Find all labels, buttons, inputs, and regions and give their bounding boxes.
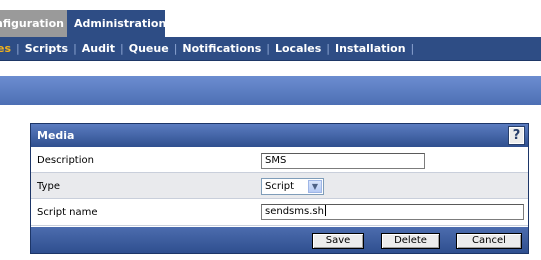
panel-footer: Save Delete Cancel <box>31 227 528 253</box>
form-row-script-name: Script name sendsms.sh <box>31 199 528 226</box>
text-caret <box>324 205 326 216</box>
page-title-bar <box>0 76 541 105</box>
form-row-description: Description SMS <box>31 147 528 173</box>
subnav-separator: | <box>120 42 124 55</box>
type-label: Type <box>37 181 60 192</box>
subnav-item-notifications[interactable]: Notifications <box>182 42 261 55</box>
chevron-down-icon[interactable]: ▼ <box>308 180 322 193</box>
subnav-item-queue[interactable]: Queue <box>129 42 169 55</box>
subnav-item-locales[interactable]: Locales <box>275 42 321 55</box>
top-tab-bar: nfiguration Administration <box>0 0 541 37</box>
type-selected-value: Script <box>265 181 295 192</box>
subnav-item-audit[interactable]: Audit <box>82 42 115 55</box>
script-name-input[interactable]: sendsms.sh <box>261 204 524 220</box>
subnav-item-scripts[interactable]: Scripts <box>25 42 68 55</box>
delete-button[interactable]: Delete <box>381 233 440 249</box>
panel-title: Media <box>37 129 75 142</box>
type-select[interactable]: Script ▼ <box>261 178 324 195</box>
media-form-panel: Media ? Description SMS Type Script ▼ Sc… <box>30 123 529 254</box>
panel-header: Media ? <box>31 124 528 147</box>
subnav-item-media-types[interactable]: es <box>0 42 11 55</box>
subnav-separator: | <box>326 42 330 55</box>
subnav-separator: | <box>173 42 178 55</box>
description-label: Description <box>37 155 94 166</box>
help-icon[interactable]: ? <box>508 126 525 145</box>
tab-administration[interactable]: Administration <box>67 10 166 37</box>
description-input[interactable]: SMS <box>261 153 425 169</box>
save-button[interactable]: Save <box>312 233 364 249</box>
subnav-item-installation[interactable]: Installation <box>335 42 406 55</box>
script-name-value: sendsms.sh <box>265 206 324 217</box>
subnav-separator: | <box>16 42 20 55</box>
description-value: SMS <box>265 155 287 166</box>
subnav-separator: | <box>266 42 270 55</box>
subnav-separator: | <box>410 42 415 55</box>
form-row-type: Type Script ▼ <box>31 173 528 199</box>
cancel-button[interactable]: Cancel <box>456 233 522 249</box>
script-name-label: Script name <box>37 207 98 218</box>
sub-navigation: es | Scripts | Audit | Queue | Notifications | Loc… <box>0 37 541 61</box>
subnav-separator: | <box>73 42 77 55</box>
tab-configuration[interactable]: nfiguration <box>0 10 67 37</box>
